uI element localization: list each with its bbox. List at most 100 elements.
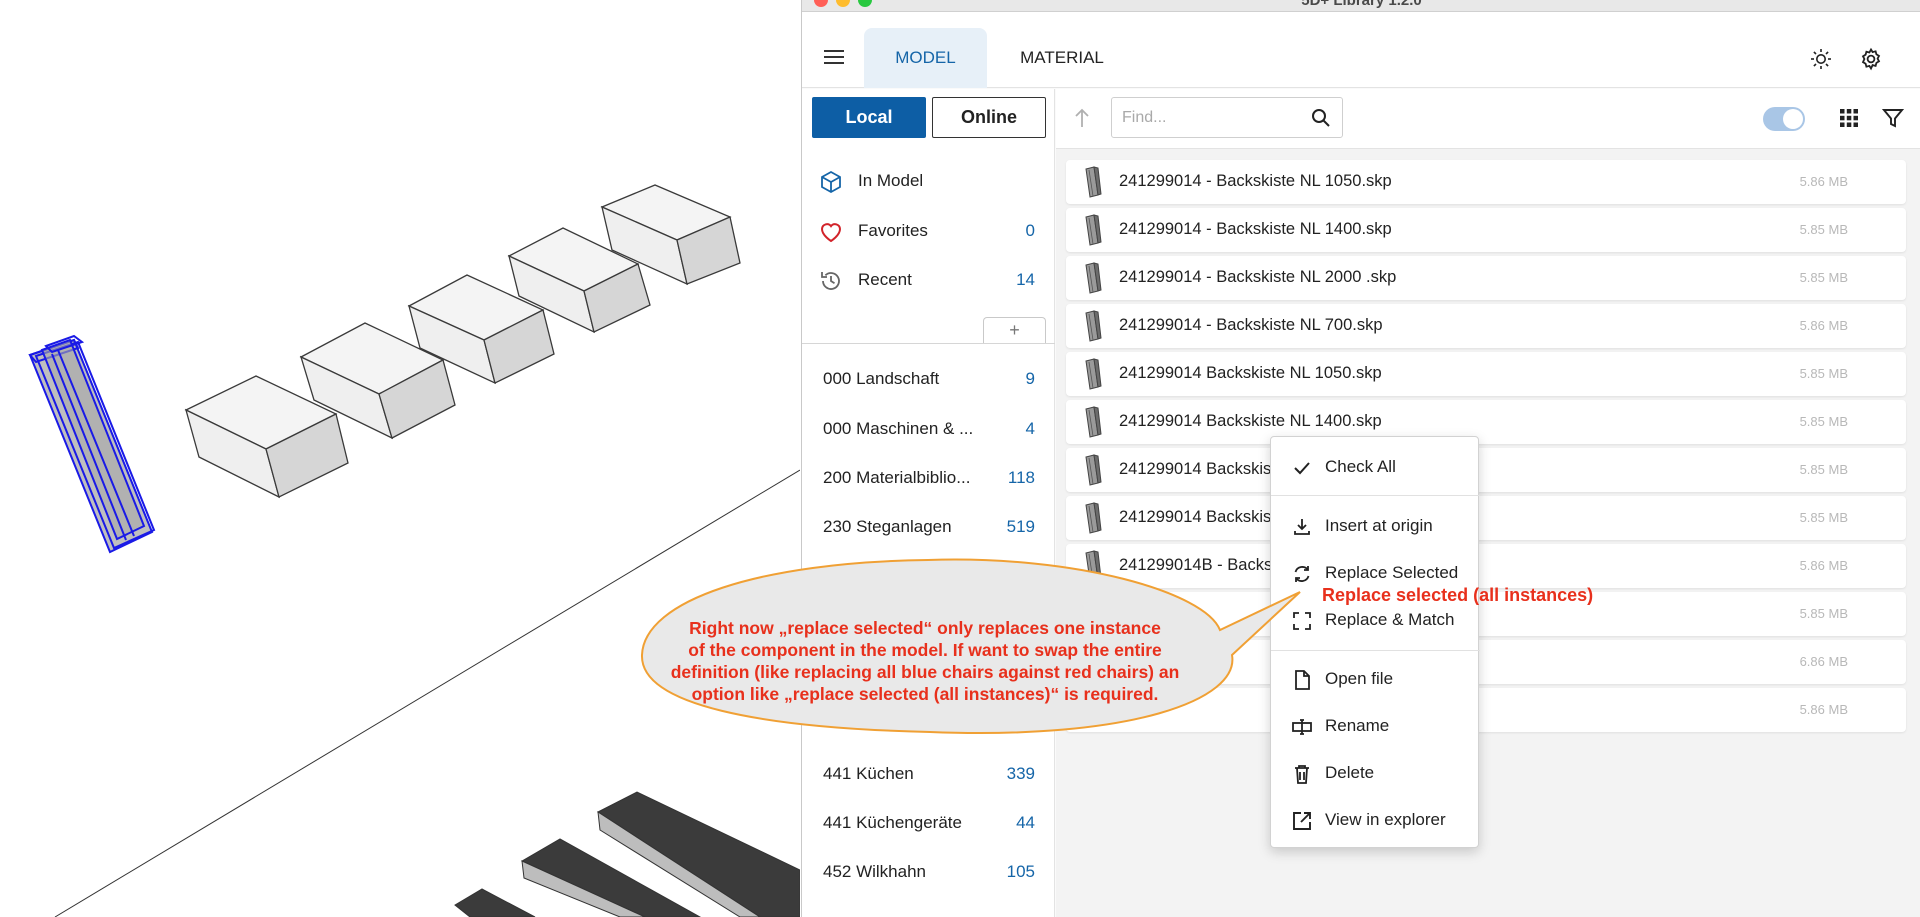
file-name: 241299014 - Backskiste NL 2000 .skp xyxy=(1119,268,1397,286)
file-size: 5.86 MB xyxy=(1799,702,1848,717)
folder-item[interactable]: 452 Wilkhahn 105 xyxy=(802,852,1055,892)
folder-item[interactable]: 230 Steganlagen 519 xyxy=(802,507,1055,547)
file-thumbnail xyxy=(1080,309,1104,343)
file-name: 241299014 - Backskiste NL 700.skp xyxy=(1119,316,1383,334)
file-row[interactable]: 241299014 Backskis 5.85 MB xyxy=(1066,448,1906,492)
file-row[interactable]: 5.86 MB xyxy=(1066,688,1906,732)
filter-icon[interactable] xyxy=(1881,107,1905,129)
menu-icon[interactable] xyxy=(824,50,844,64)
search-icon[interactable] xyxy=(1310,107,1332,129)
gear-icon[interactable] xyxy=(1859,47,1883,71)
menu-item-label: Replace Selected xyxy=(1325,563,1459,582)
replace-icon xyxy=(1291,563,1313,585)
folder-item[interactable]: 441 Küchen 339 xyxy=(802,754,1055,794)
trash-icon xyxy=(1291,763,1313,785)
file-row[interactable]: 241299014 Backskiste NL 1400.skp 5.85 MB xyxy=(1066,400,1906,444)
folder-count: 4 xyxy=(1025,419,1035,438)
file-row[interactable]: 241299014 - Backskiste NL 2000 .skp 5.85 … xyxy=(1066,256,1906,300)
3d-scene xyxy=(28,184,800,917)
folder-count: 339 xyxy=(1006,764,1035,783)
toggle-knob xyxy=(1783,109,1803,129)
cube-icon xyxy=(818,169,844,195)
file-row[interactable]: 6.86 MB xyxy=(1066,640,1906,684)
folder-count: 44 xyxy=(1016,813,1035,832)
folder-count: 9 xyxy=(1025,369,1035,388)
file-size: 5.86 MB xyxy=(1799,318,1848,333)
search-box xyxy=(1111,97,1343,138)
file-name: 241299014 - Backskiste NL 1400.skp xyxy=(1119,220,1392,238)
folder-count: 519 xyxy=(1006,517,1035,536)
folder-count: 118 xyxy=(1007,468,1035,487)
menu-item-delete[interactable]: Delete xyxy=(1271,753,1480,793)
file-size: 5.85 MB xyxy=(1799,510,1848,525)
dark-component-3 xyxy=(454,888,536,917)
sidebar-item-in-model[interactable]: In Model xyxy=(802,161,1055,201)
folder-label: 441 Küchengeräte xyxy=(823,813,962,832)
file-row[interactable]: 241299014 - Backskiste NL 1400.skp 5.85 M… xyxy=(1066,208,1906,252)
toolbar xyxy=(1056,89,1920,149)
file-size: 5.85 MB xyxy=(1799,222,1848,237)
file-row[interactable]: 241299014 Backskis 5.85 MB xyxy=(1066,496,1906,540)
menu-item-label: Check All xyxy=(1325,457,1396,476)
add-folder-button[interactable]: + xyxy=(983,317,1046,343)
menu-item-replace-and-match[interactable]: Replace & Match xyxy=(1271,600,1480,640)
online-button[interactable]: Online xyxy=(932,97,1046,138)
file-row[interactable]: 241299014B - Backs 5.86 MB xyxy=(1066,544,1906,588)
sidebar: Local Online In Model Favorites 0 Recent… xyxy=(802,89,1055,917)
file-thumbnail xyxy=(1080,213,1104,247)
file-size: 5.85 MB xyxy=(1799,366,1848,381)
file-name: 241299014 Backskiste NL 1050.skp xyxy=(1119,364,1382,382)
menu-item-label: Replace & Match xyxy=(1325,610,1455,629)
sidebar-item-recent[interactable]: Recent 14 xyxy=(802,260,1055,300)
menu-divider xyxy=(1271,495,1480,496)
file-row[interactable]: 5.85 MB xyxy=(1066,592,1906,636)
file-thumbnail xyxy=(1080,693,1104,727)
folder-item[interactable]: 000 Maschinen & ... 4 xyxy=(802,409,1055,449)
file-row[interactable]: 241299014 - Backskiste NL 700.skp 5.86 MB xyxy=(1066,304,1906,348)
tab-material[interactable]: MATERIAL xyxy=(997,28,1127,88)
file-thumbnail xyxy=(1080,453,1104,487)
menu-item-rename[interactable]: Rename xyxy=(1271,706,1480,746)
folder-item[interactable]: 200 Materialbiblio... 118 xyxy=(802,458,1055,498)
file-name: 241299014 Backskiste NL 1400.skp xyxy=(1119,412,1382,430)
menu-item-label: View in explorer xyxy=(1325,810,1446,829)
brightness-icon[interactable] xyxy=(1809,47,1833,71)
sidebar-item-count: 0 xyxy=(1025,221,1035,240)
menu-item-replace-selected[interactable]: Replace Selected xyxy=(1271,553,1480,593)
file-row[interactable]: 241299014 - Backskiste NL 1050.skp 5.86 M… xyxy=(1066,160,1906,204)
search-input[interactable] xyxy=(1122,106,1302,130)
sidebar-item-favorites[interactable]: Favorites 0 xyxy=(802,211,1055,251)
file-size: 5.86 MB xyxy=(1799,558,1848,573)
menu-item-label: Delete xyxy=(1325,763,1375,782)
sidebar-item-label: Recent xyxy=(858,270,912,289)
sidebar-item-label: In Model xyxy=(858,171,924,190)
arrow-up-icon[interactable] xyxy=(1072,107,1092,129)
menu-item-check-all[interactable]: Check All xyxy=(1271,447,1480,487)
folder-item[interactable]: 000 Landschaft 9 xyxy=(802,359,1055,399)
view-toggle[interactable] xyxy=(1763,107,1805,131)
history-icon xyxy=(818,268,844,294)
local-button[interactable]: Local xyxy=(812,97,926,138)
tab-model[interactable]: MODEL xyxy=(864,28,987,88)
3d-viewport[interactable] xyxy=(0,0,800,917)
file-row[interactable]: 241299014 Backskiste NL 1050.skp 5.85 MB xyxy=(1066,352,1906,396)
expand-icon xyxy=(1291,610,1313,632)
menu-item-insert-at-origin[interactable]: Insert at origin xyxy=(1271,506,1480,546)
grid-icon[interactable] xyxy=(1838,107,1860,129)
folder-count: 105 xyxy=(1006,862,1035,881)
menu-item-view-in-explorer[interactable]: View in explorer xyxy=(1271,800,1480,840)
folder-label: 441 Küchen xyxy=(823,764,914,783)
title-bar: 5D+ Library 1.2.0 xyxy=(802,0,1920,12)
folder-label: 230 Steganlagen xyxy=(823,517,952,536)
menu-item-open-file[interactable]: Open file xyxy=(1271,659,1480,699)
file-thumbnail xyxy=(1080,501,1104,535)
folder-item[interactable]: 441 Küchengeräte 44 xyxy=(802,803,1055,843)
folder-label: 000 Maschinen & ... xyxy=(823,419,974,438)
file-thumbnail xyxy=(1080,405,1104,439)
file-size: 5.86 MB xyxy=(1799,174,1848,189)
folder-label: 200 Materialbiblio... xyxy=(823,468,971,487)
file-icon xyxy=(1291,669,1313,691)
screen: 5D+ Library 1.2.0 MODEL MATERIAL Local O… xyxy=(0,0,1920,917)
check-icon xyxy=(1291,457,1313,479)
menu-divider xyxy=(1271,650,1480,651)
